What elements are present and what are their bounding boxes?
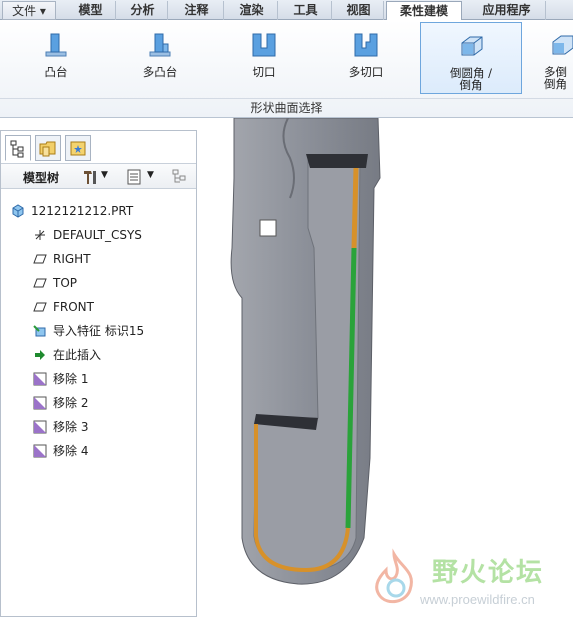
tree-item-label: 移除 3 xyxy=(53,420,89,434)
multi-round-button[interactable]: 多倒 倒角 xyxy=(530,22,573,94)
tab-applications[interactable]: 应用程序 xyxy=(468,1,546,20)
panel-tabs xyxy=(3,133,196,161)
favorites-icon xyxy=(70,141,86,156)
watermark-title: 野火论坛 xyxy=(432,558,545,588)
tree-item-label: 在此插入 xyxy=(53,348,102,362)
tab-analysis[interactable]: 分析 xyxy=(118,1,168,20)
show-dropdown-chevron-icon[interactable]: ▼ xyxy=(147,170,154,180)
tab-file[interactable]: 文件 ▾ xyxy=(2,1,56,20)
tree-item-label: 移除 4 xyxy=(53,444,89,458)
remove-feature-icon xyxy=(33,372,47,386)
tree-item-label: FRONT xyxy=(53,300,94,314)
remove-feature-icon xyxy=(33,396,47,410)
folder-icon xyxy=(39,141,56,157)
tree-item-label: 导入特征 标识15 xyxy=(53,324,145,338)
tree-item-label: 1212121212.PRT xyxy=(31,204,134,218)
tab-favorites[interactable] xyxy=(65,135,91,161)
hammer-settings-icon[interactable] xyxy=(81,168,99,186)
watermark-url: www.proewildfire.cn xyxy=(420,592,535,607)
tab-view[interactable]: 视图 xyxy=(334,1,384,20)
datum-plane-icon xyxy=(33,254,47,264)
menu-tab-bar: 文件 ▾ 模型 分析 注释 渲染 工具 视图 柔性建模 应用程序 xyxy=(0,0,573,21)
boss-button[interactable]: 凸台 xyxy=(20,22,92,94)
tree-item-label: TOP xyxy=(53,276,78,290)
insert-here-arrow-icon xyxy=(35,350,45,360)
tree-item-label: 移除 2 xyxy=(53,396,89,410)
graphics-viewport[interactable] xyxy=(198,118,573,617)
round-chamfer-button[interactable]: 倒圆角 / 倒角 xyxy=(420,22,522,94)
multi-cut-icon xyxy=(354,33,378,57)
multi-cut-label: 多切口 xyxy=(348,65,384,79)
cut-label: 切口 xyxy=(252,65,276,79)
model-tree-panel: 模型树 ▼ ▼ 1212121212.PRT DEFAULT_CSYS RIGH… xyxy=(0,130,197,617)
boss-icon xyxy=(45,33,67,57)
ribbon-group-label: 形状曲面选择 xyxy=(0,98,573,116)
tree-item-label: DEFAULT_CSYS xyxy=(53,228,142,242)
forum-watermark: 野火论坛 www.proewildfire.cn xyxy=(362,548,572,614)
hammer-dropdown-chevron-icon[interactable]: ▼ xyxy=(101,170,108,180)
cut-button[interactable]: 切口 xyxy=(228,22,300,94)
cut-icon xyxy=(252,33,276,57)
tab-annotate[interactable]: 注释 xyxy=(170,1,224,20)
multi-boss-label: 多凸台 xyxy=(142,65,178,79)
multi-round-icon xyxy=(552,35,573,55)
multi-boss-button[interactable]: 多凸台 xyxy=(124,22,196,94)
remove-feature-icon xyxy=(33,444,47,458)
part-icon xyxy=(12,204,24,218)
boss-label: 凸台 xyxy=(44,65,68,79)
tree-item-label: 移除 1 xyxy=(53,372,89,386)
multi-round-label: 多倒 倒角 xyxy=(544,65,567,91)
import-feature-icon xyxy=(33,325,46,337)
remove-feature-icon xyxy=(33,420,47,434)
tab-model-tree[interactable] xyxy=(5,135,31,161)
show-list-icon[interactable] xyxy=(125,168,143,186)
tab-flexible-modeling[interactable]: 柔性建模 xyxy=(386,1,462,21)
tab-render[interactable]: 渲染 xyxy=(226,1,278,20)
multi-boss-icon xyxy=(149,33,171,57)
datum-plane-icon xyxy=(33,278,47,288)
model-tree-icon xyxy=(10,140,24,158)
csys-icon xyxy=(35,230,45,240)
round-chamfer-icon xyxy=(461,36,483,56)
model-tree-toolbar: 模型树 ▼ ▼ xyxy=(1,163,196,189)
tree-item-label: RIGHT xyxy=(53,252,91,266)
filter-tree-icon[interactable] xyxy=(171,168,189,186)
tab-folder-browser[interactable] xyxy=(35,135,61,161)
round-chamfer-label: 倒圆角 / 倒角 xyxy=(449,66,493,92)
ribbon: 凸台 多凸台 切口 多切口 倒圆角 / 倒角 多倒 倒角 形状曲面选择 xyxy=(0,20,573,118)
tab-model[interactable]: 模型 xyxy=(66,1,116,20)
multi-cut-button[interactable]: 多切口 xyxy=(330,22,402,94)
tab-tools[interactable]: 工具 xyxy=(280,1,332,20)
model-tree-title: 模型树 xyxy=(23,171,60,185)
flame-logo-icon xyxy=(375,548,413,604)
part-model-render[interactable] xyxy=(198,118,573,617)
datum-plane-icon xyxy=(33,302,47,312)
